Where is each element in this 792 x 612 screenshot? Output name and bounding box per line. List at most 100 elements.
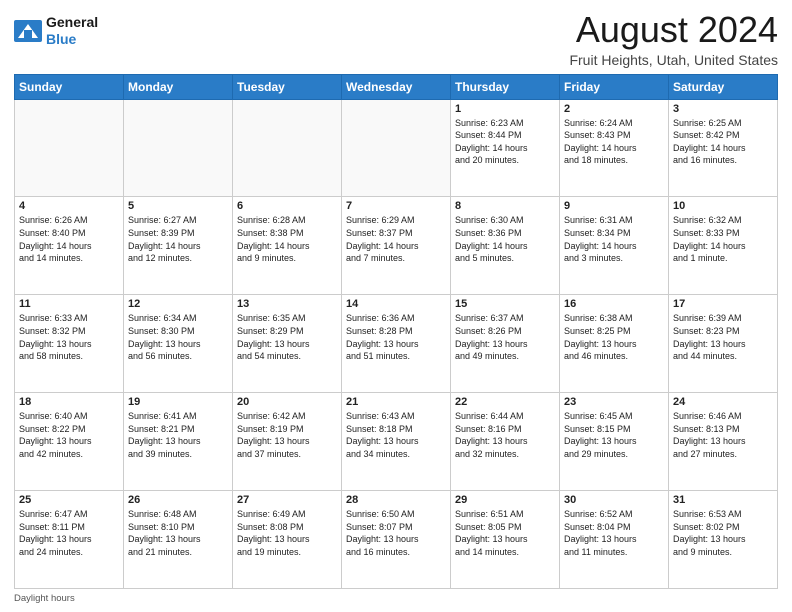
day-number: 5 (128, 200, 228, 212)
logo-line1: General (46, 14, 98, 31)
day-info: Sunrise: 6:51 AM Sunset: 8:05 PM Dayligh… (455, 508, 555, 558)
calendar-cell (15, 99, 124, 197)
calendar-header-thursday: Thursday (451, 74, 560, 99)
day-number: 9 (564, 200, 664, 212)
day-number: 12 (128, 298, 228, 310)
logo-icon (14, 20, 42, 42)
calendar-cell: 18Sunrise: 6:40 AM Sunset: 8:22 PM Dayli… (15, 393, 124, 491)
logo-text: General Blue (46, 14, 98, 48)
day-info: Sunrise: 6:26 AM Sunset: 8:40 PM Dayligh… (19, 214, 119, 264)
day-info: Sunrise: 6:35 AM Sunset: 8:29 PM Dayligh… (237, 312, 337, 362)
day-info: Sunrise: 6:29 AM Sunset: 8:37 PM Dayligh… (346, 214, 446, 264)
day-number: 4 (19, 200, 119, 212)
logo-line2: Blue (46, 31, 76, 47)
day-number: 27 (237, 494, 337, 506)
calendar-header-saturday: Saturday (669, 74, 778, 99)
day-number: 8 (455, 200, 555, 212)
calendar-header-wednesday: Wednesday (342, 74, 451, 99)
day-info: Sunrise: 6:28 AM Sunset: 8:38 PM Dayligh… (237, 214, 337, 264)
calendar-cell: 28 Sunrise: 6:50 AM Sunset: 8:07 PM Dayli… (342, 491, 451, 589)
day-info: Sunrise: 6:40 AM Sunset: 8:22 PM Dayligh… (19, 410, 119, 460)
day-info: Sunrise: 6:48 AM Sunset: 8:10 PM Dayligh… (128, 508, 228, 558)
day-info: Sunrise: 6:38 AM Sunset: 8:25 PM Dayligh… (564, 312, 664, 362)
day-number: 30 (564, 494, 664, 506)
day-info: Sunrise: 6:24 AM Sunset: 8:43 PM Dayligh… (564, 117, 664, 167)
calendar-cell: 14 Sunrise: 6:36 AM Sunset: 8:28 PM Dayli… (342, 295, 451, 393)
day-number: 3 (673, 103, 773, 115)
day-number: 23 (564, 396, 664, 408)
calendar-cell: 6 Sunrise: 6:28 AM Sunset: 8:38 PM Daylig… (233, 197, 342, 295)
calendar-cell: 12 Sunrise: 6:34 AM Sunset: 8:30 PM Dayli… (124, 295, 233, 393)
calendar-cell (124, 99, 233, 197)
day-info: Sunrise: 6:32 AM Sunset: 8:33 PM Dayligh… (673, 214, 773, 264)
calendar-cell: 31Sunrise: 6:53 AM Sunset: 8:02 PM Dayli… (669, 491, 778, 589)
calendar-week-1: 4 Sunrise: 6:26 AM Sunset: 8:40 PM Daylig… (15, 197, 778, 295)
calendar-header-friday: Friday (560, 74, 669, 99)
calendar-cell: 26 Sunrise: 6:48 AM Sunset: 8:10 PM Dayli… (124, 491, 233, 589)
day-info: Sunrise: 6:42 AM Sunset: 8:19 PM Dayligh… (237, 410, 337, 460)
calendar-cell: 13 Sunrise: 6:35 AM Sunset: 8:29 PM Dayli… (233, 295, 342, 393)
day-info: Sunrise: 6:52 AM Sunset: 8:04 PM Dayligh… (564, 508, 664, 558)
calendar-cell: 24Sunrise: 6:46 AM Sunset: 8:13 PM Dayli… (669, 393, 778, 491)
day-number: 21 (346, 396, 446, 408)
day-number: 28 (346, 494, 446, 506)
day-number: 6 (237, 200, 337, 212)
calendar-cell: 10 Sunrise: 6:32 AM Sunset: 8:33 PM Dayli… (669, 197, 778, 295)
day-number: 13 (237, 298, 337, 310)
day-info: Sunrise: 6:33 AM Sunset: 8:32 PM Dayligh… (19, 312, 119, 362)
day-number: 29 (455, 494, 555, 506)
month-title: August 2024 (569, 10, 778, 50)
calendar-cell: 17Sunrise: 6:39 AM Sunset: 8:23 PM Dayli… (669, 295, 778, 393)
day-info: Sunrise: 6:30 AM Sunset: 8:36 PM Dayligh… (455, 214, 555, 264)
day-number: 25 (19, 494, 119, 506)
calendar-cell: 1Sunrise: 6:23 AM Sunset: 8:44 PM Daylig… (451, 99, 560, 197)
daylight-label: Daylight hours (14, 593, 75, 604)
day-info: Sunrise: 6:23 AM Sunset: 8:44 PM Dayligh… (455, 117, 555, 167)
calendar-cell: 23Sunrise: 6:45 AM Sunset: 8:15 PM Dayli… (560, 393, 669, 491)
day-number: 11 (19, 298, 119, 310)
calendar-cell: 30 Sunrise: 6:52 AM Sunset: 8:04 PM Dayli… (560, 491, 669, 589)
calendar-cell (342, 99, 451, 197)
calendar-cell: 19Sunrise: 6:41 AM Sunset: 8:21 PM Dayli… (124, 393, 233, 491)
calendar-cell: 16 Sunrise: 6:38 AM Sunset: 8:25 PM Dayli… (560, 295, 669, 393)
day-number: 16 (564, 298, 664, 310)
logo: General Blue (14, 10, 98, 48)
day-info: Sunrise: 6:44 AM Sunset: 8:16 PM Dayligh… (455, 410, 555, 460)
day-number: 26 (128, 494, 228, 506)
location-title: Fruit Heights, Utah, United States (569, 52, 778, 68)
day-info: Sunrise: 6:34 AM Sunset: 8:30 PM Dayligh… (128, 312, 228, 362)
title-block: August 2024 Fruit Heights, Utah, United … (569, 10, 778, 68)
day-info: Sunrise: 6:39 AM Sunset: 8:23 PM Dayligh… (673, 312, 773, 362)
day-number: 14 (346, 298, 446, 310)
calendar-cell: 29 Sunrise: 6:51 AM Sunset: 8:05 PM Dayli… (451, 491, 560, 589)
calendar-cell: 4 Sunrise: 6:26 AM Sunset: 8:40 PM Daylig… (15, 197, 124, 295)
calendar-cell (233, 99, 342, 197)
day-number: 10 (673, 200, 773, 212)
calendar-header-row: SundayMondayTuesdayWednesdayThursdayFrid… (15, 74, 778, 99)
calendar-week-2: 11 Sunrise: 6:33 AM Sunset: 8:32 PM Dayli… (15, 295, 778, 393)
day-info: Sunrise: 6:36 AM Sunset: 8:28 PM Dayligh… (346, 312, 446, 362)
calendar-cell: 15Sunrise: 6:37 AM Sunset: 8:26 PM Dayli… (451, 295, 560, 393)
day-number: 7 (346, 200, 446, 212)
calendar-cell: 7 Sunrise: 6:29 AM Sunset: 8:37 PM Daylig… (342, 197, 451, 295)
day-number: 31 (673, 494, 773, 506)
day-number: 2 (564, 103, 664, 115)
day-info: Sunrise: 6:27 AM Sunset: 8:39 PM Dayligh… (128, 214, 228, 264)
day-info: Sunrise: 6:50 AM Sunset: 8:07 PM Dayligh… (346, 508, 446, 558)
day-info: Sunrise: 6:47 AM Sunset: 8:11 PM Dayligh… (19, 508, 119, 558)
day-info: Sunrise: 6:49 AM Sunset: 8:08 PM Dayligh… (237, 508, 337, 558)
calendar-cell: 3Sunrise: 6:25 AM Sunset: 8:42 PM Daylig… (669, 99, 778, 197)
calendar-week-4: 25 Sunrise: 6:47 AM Sunset: 8:11 PM Dayli… (15, 491, 778, 589)
calendar-cell: 25 Sunrise: 6:47 AM Sunset: 8:11 PM Dayli… (15, 491, 124, 589)
day-number: 15 (455, 298, 555, 310)
day-info: Sunrise: 6:46 AM Sunset: 8:13 PM Dayligh… (673, 410, 773, 460)
calendar-cell: 22Sunrise: 6:44 AM Sunset: 8:16 PM Dayli… (451, 393, 560, 491)
calendar-cell: 8 Sunrise: 6:30 AM Sunset: 8:36 PM Daylig… (451, 197, 560, 295)
calendar-header-monday: Monday (124, 74, 233, 99)
calendar-header-sunday: Sunday (15, 74, 124, 99)
page: General Blue August 2024 Fruit Heights, … (0, 0, 792, 612)
calendar-cell: 5 Sunrise: 6:27 AM Sunset: 8:39 PM Daylig… (124, 197, 233, 295)
calendar-cell: 27 Sunrise: 6:49 AM Sunset: 8:08 PM Dayli… (233, 491, 342, 589)
day-number: 20 (237, 396, 337, 408)
calendar-cell: 2 Sunrise: 6:24 AM Sunset: 8:43 PM Daylig… (560, 99, 669, 197)
